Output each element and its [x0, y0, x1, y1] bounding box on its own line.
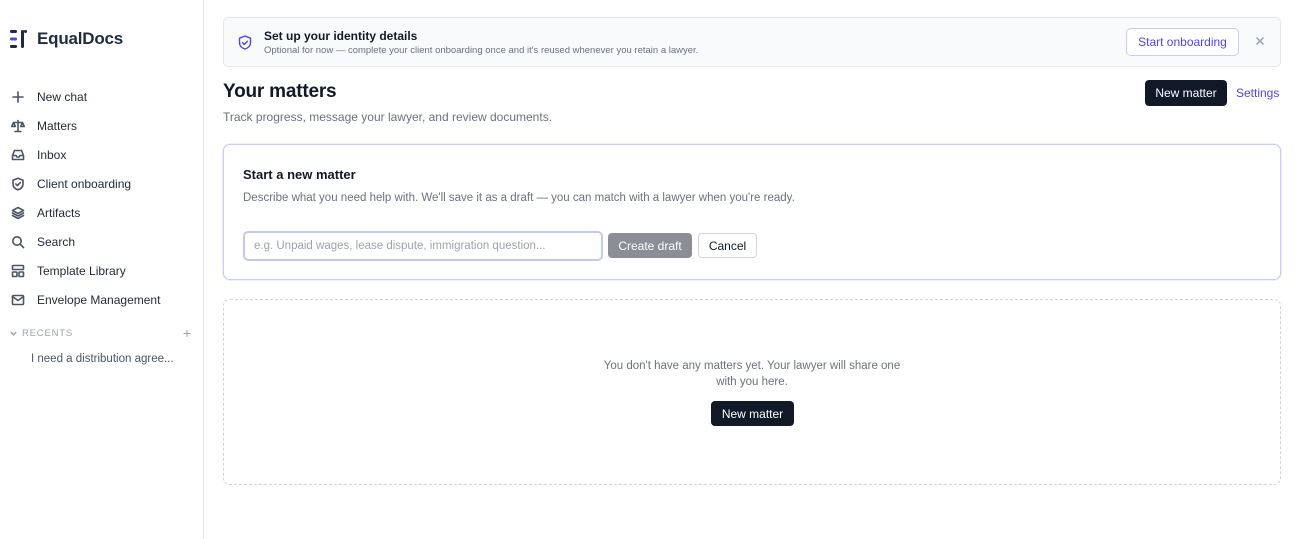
layers-icon: [11, 206, 25, 220]
brand[interactable]: EqualDocs: [9, 28, 123, 50]
equaldocs-logo-icon: [10, 30, 27, 48]
sidebar-nav: New chat Matters Inbox Client onboarding…: [0, 82, 203, 314]
sidebar-item-label: Matters: [37, 118, 78, 133]
scale-icon: [11, 119, 25, 133]
sidebar-item-inbox[interactable]: Inbox: [0, 140, 203, 169]
inbox-icon: [11, 148, 25, 162]
sidebar-item-label: Search: [37, 234, 76, 249]
matter-description-input[interactable]: [243, 231, 603, 261]
close-icon: [1255, 36, 1265, 46]
template-icon: [11, 264, 25, 278]
card-title: Start a new matter: [243, 167, 356, 182]
shield-icon: [11, 176, 25, 191]
recents-title: RECENTS: [22, 327, 73, 339]
recents-add-button[interactable]: +: [183, 326, 191, 340]
new-matter-button[interactable]: New matter: [1145, 80, 1227, 106]
search-icon: [11, 235, 25, 249]
plus-icon: [11, 90, 25, 104]
create-draft-button[interactable]: Create draft: [608, 233, 692, 258]
cancel-button[interactable]: Cancel: [698, 233, 757, 258]
empty-state-message: You don't have any matters yet. Your law…: [603, 360, 901, 388]
sidebar-item-search[interactable]: Search: [0, 227, 203, 256]
sidebar-item-new-chat[interactable]: New chat: [0, 82, 203, 111]
sidebar-item-label: Envelope Management: [37, 292, 161, 307]
empty-new-matter-button[interactable]: New matter: [711, 401, 794, 426]
empty-state-message-wrap: You don't have any matters yet. Your law…: [224, 358, 1280, 390]
banner-title: Set up your identity details: [264, 29, 418, 43]
sidebar: EqualDocs New chat Matters Inbox Client …: [0, 0, 204, 539]
sidebar-item-label: New chat: [37, 89, 88, 104]
envelope-icon: [11, 293, 25, 307]
sidebar-item-matters[interactable]: Matters: [0, 111, 203, 140]
page-title: Your matters: [223, 81, 337, 102]
sidebar-item-label: Template Library: [37, 263, 126, 278]
sidebar-item-artifacts[interactable]: Artifacts: [0, 198, 203, 227]
sidebar-item-envelope-management[interactable]: Envelope Management: [0, 285, 203, 314]
shield-check-icon: [238, 35, 252, 50]
new-matter-card: Start a new matter Describe what you nee…: [223, 144, 1281, 280]
sidebar-item-label: Artifacts: [37, 205, 81, 220]
brand-name: EqualDocs: [37, 29, 124, 48]
sidebar-item-label: Inbox: [37, 147, 67, 162]
chevron-down-icon: [10, 331, 17, 336]
empty-state: You don't have any matters yet. Your law…: [223, 299, 1281, 485]
banner-subtitle: Optional for now — complete your client …: [264, 45, 699, 56]
recents-header: RECENTS +: [9, 325, 191, 341]
start-onboarding-button[interactable]: Start onboarding: [1126, 28, 1239, 56]
sidebar-item-label: Client onboarding: [37, 176, 132, 191]
sidebar-item-template-library[interactable]: Template Library: [0, 256, 203, 285]
recents-toggle[interactable]: RECENTS: [9, 328, 73, 339]
close-banner-button[interactable]: [1253, 34, 1267, 48]
sidebar-item-client-onboarding[interactable]: Client onboarding: [0, 169, 203, 198]
onboarding-banner: Set up your identity details Optional fo…: [223, 17, 1281, 67]
page-subtitle: Track progress, message your lawyer, and…: [223, 110, 553, 124]
settings-link[interactable]: Settings: [1236, 86, 1279, 100]
recent-chat-item[interactable]: I need a distribution agree...: [31, 353, 174, 365]
card-description: Describe what you need help with. We'll …: [243, 192, 795, 204]
